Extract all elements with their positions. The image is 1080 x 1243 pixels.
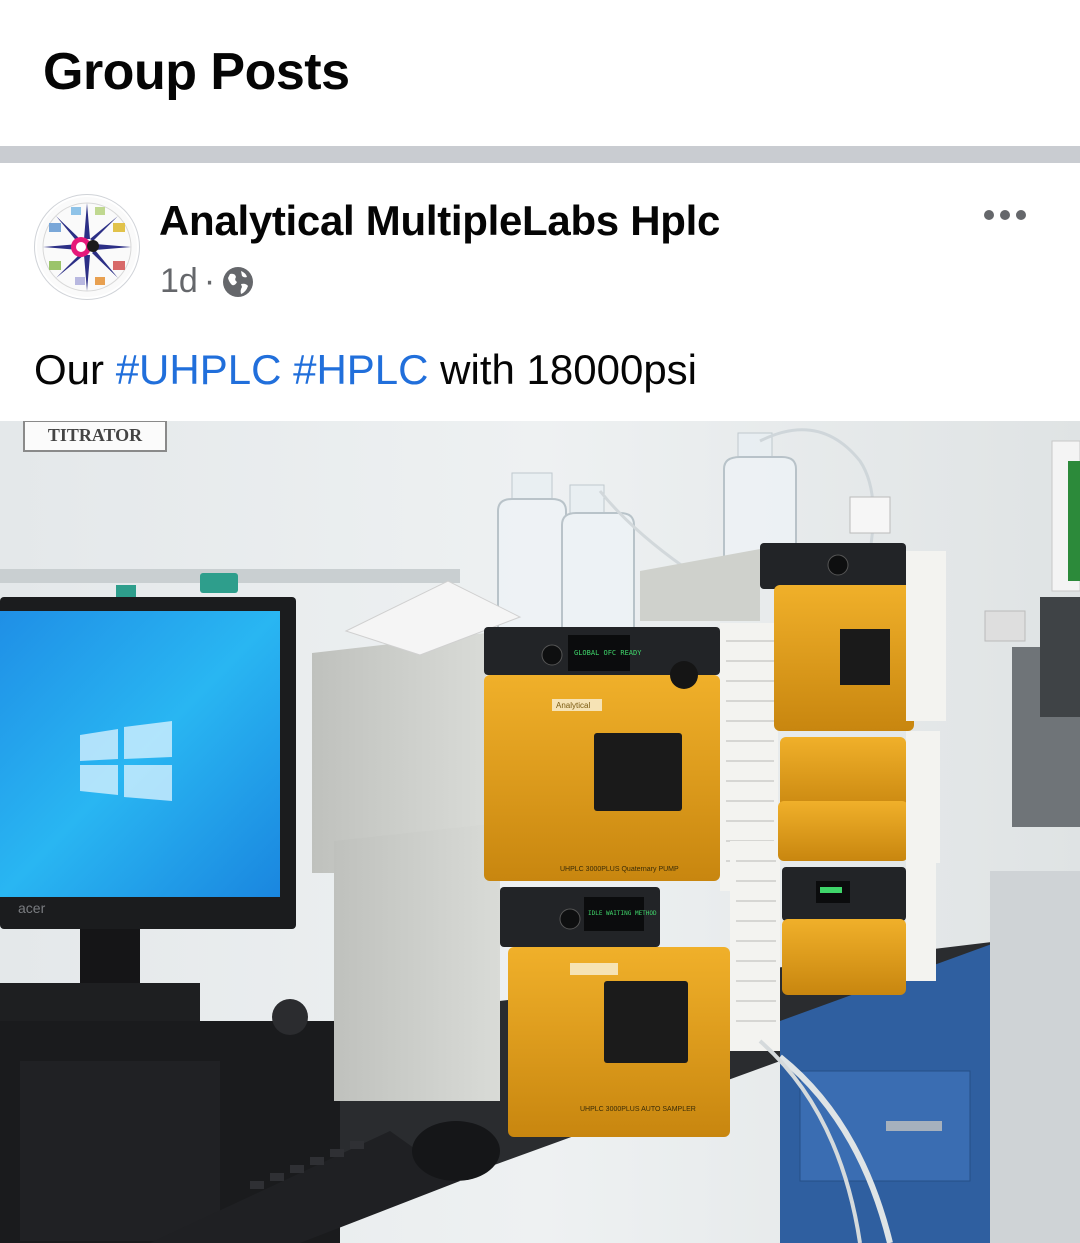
monitor-brand-text: acer: [18, 900, 46, 916]
post-timestamp[interactable]: 1d: [160, 262, 198, 301]
post-meta: 1d ·: [160, 262, 255, 301]
brand-label-upper: Analytical: [556, 701, 590, 710]
meta-separator: ·: [203, 262, 216, 300]
hplc-lab-photo: TITRATOR acer GLOBAL OFC READY Analytica…: [0, 421, 1080, 1243]
more-options-button[interactable]: [984, 198, 1036, 232]
post-author[interactable]: Analytical MultipleLabs Hplc: [159, 197, 720, 245]
post-text: Our #UHPLC #HPLC with 18000psi: [34, 346, 697, 394]
page-title: Group Posts: [43, 43, 350, 101]
hashtag-hplc[interactable]: #HPLC: [293, 346, 428, 393]
more-horizontal-icon: [984, 210, 994, 220]
group-avatar[interactable]: [34, 194, 140, 300]
section-divider: [0, 146, 1080, 163]
pump-display-text: GLOBAL OFC READY: [574, 649, 642, 657]
sampler-display-text: IDLE WAITING METHOD: [588, 910, 657, 917]
hashtag-uhplc[interactable]: #UHPLC: [116, 346, 282, 393]
pump-model-label: UHPLC 3000PLUS Quaternary PUMP: [560, 866, 679, 873]
more-dot: [1016, 210, 1026, 220]
sampler-model-label: UHPLC 3000PLUS AUTO SAMPLER: [580, 1106, 696, 1113]
group-logo-icon: [37, 197, 137, 297]
globe-icon: [221, 265, 255, 299]
wall-sign-text: TITRATOR: [48, 425, 143, 445]
more-dot: [1000, 210, 1010, 220]
post-text-prefix: Our: [34, 346, 116, 393]
post-text-suffix: with 18000psi: [428, 346, 698, 393]
post-photo[interactable]: TITRATOR acer GLOBAL OFC READY Analytica…: [0, 421, 1080, 1243]
page-header: Group Posts: [0, 0, 1080, 146]
